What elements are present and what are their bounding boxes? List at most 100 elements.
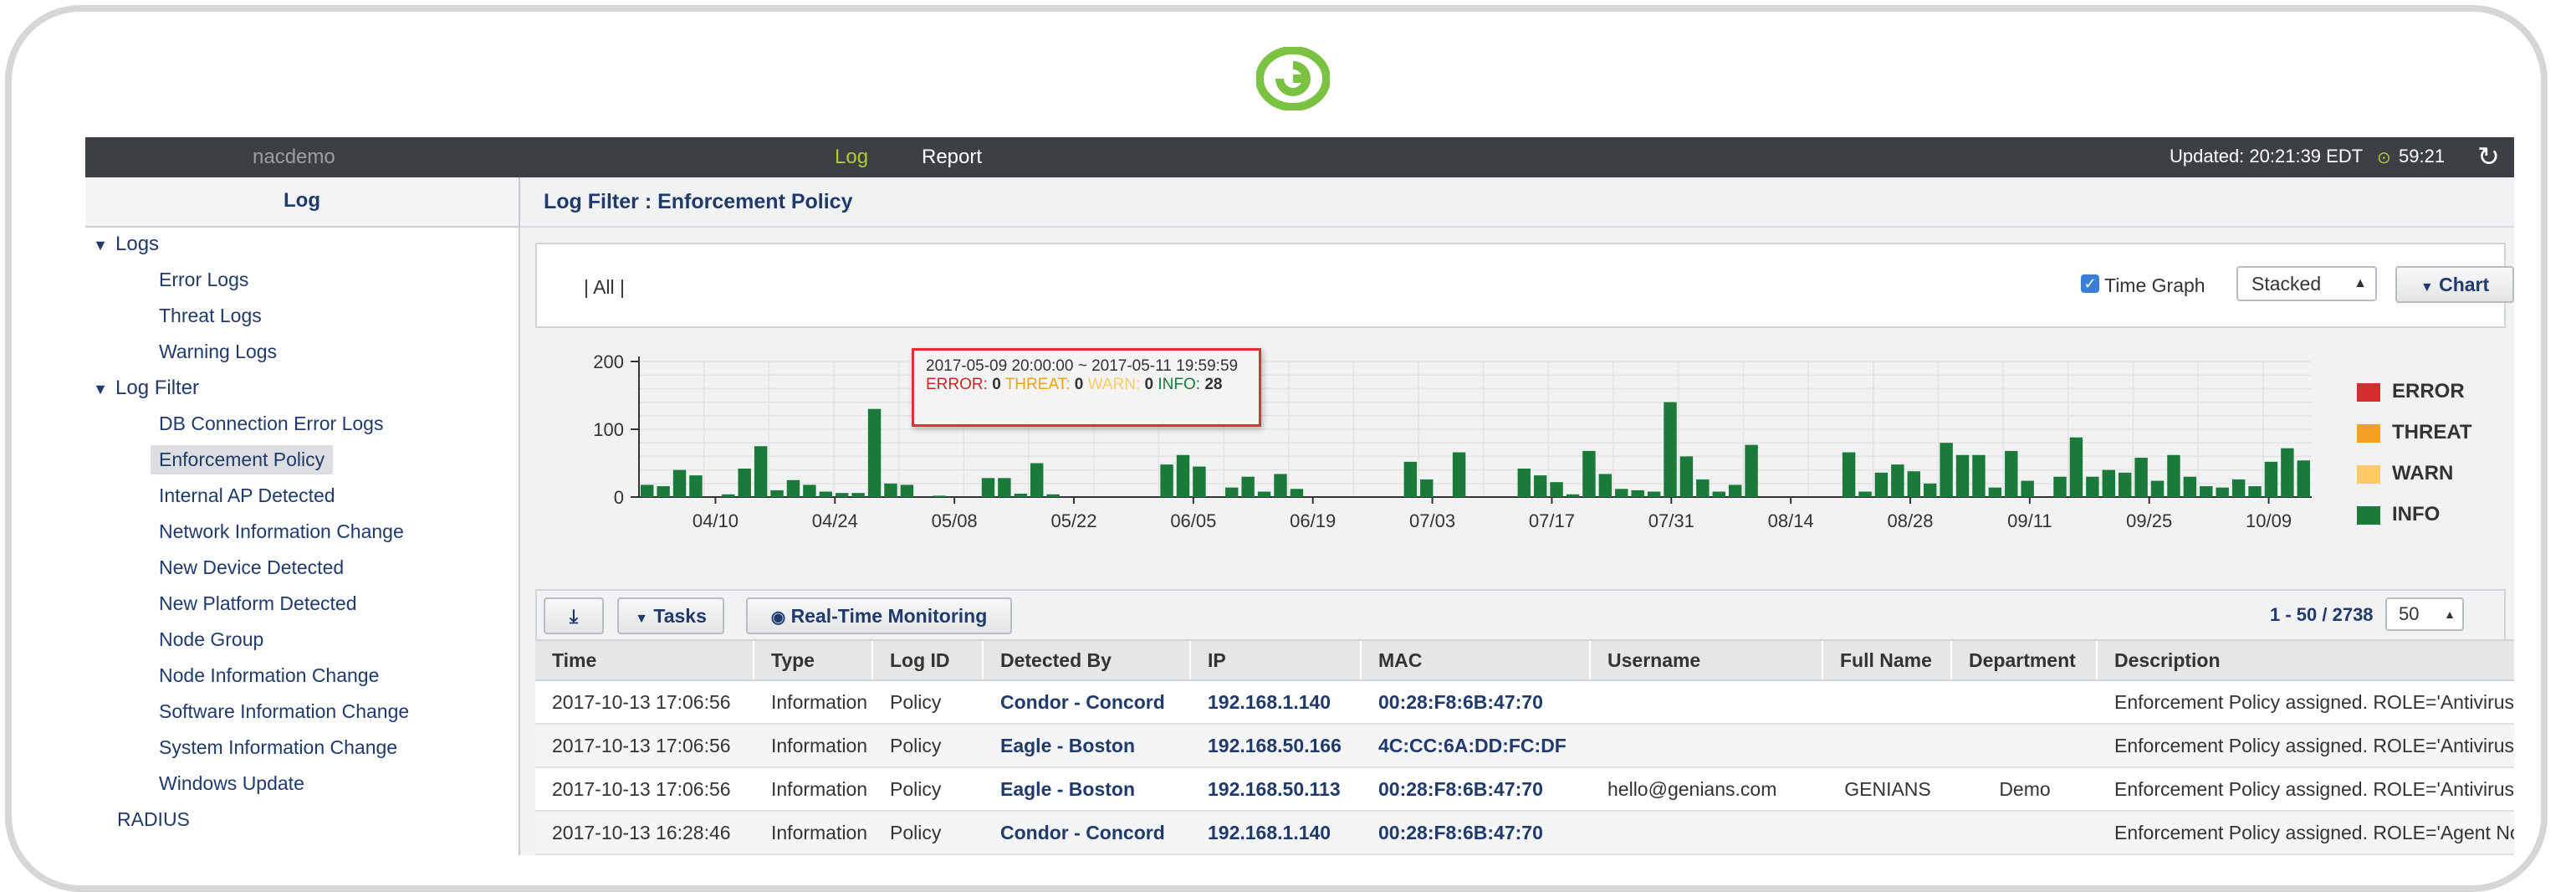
cell-time: 2017-10-13 17:06:56: [552, 735, 731, 756]
info-bar: [2167, 454, 2180, 497]
expand-triangle-icon[interactable]: ▼: [85, 381, 115, 398]
cell-mac[interactable]: 00:28:F8:6B:47:70: [1362, 681, 1591, 723]
cell-mac[interactable]: 00:28:F8:6B:47:70: [1362, 812, 1591, 854]
filter-all-link[interactable]: | All |: [584, 276, 625, 299]
info-bar: [1176, 454, 1190, 497]
realtime-monitoring-button[interactable]: ◉ Real-Time Monitoring: [746, 597, 1012, 634]
cell-ip[interactable]: 192.168.50.113: [1191, 768, 1362, 810]
info-bar: [2264, 461, 2278, 497]
legend-item-threat[interactable]: THREAT: [2357, 421, 2514, 446]
tree-group-log-filter[interactable]: ▼ Log Filter: [85, 377, 199, 400]
info-bar: [1452, 452, 1466, 497]
time-graph-checkbox[interactable]: ✓: [2081, 274, 2099, 293]
column-header-mac[interactable]: MAC: [1362, 641, 1591, 679]
column-header-username[interactable]: Username: [1591, 641, 1823, 679]
nav-log-tab[interactable]: Log: [835, 146, 868, 169]
chart-mode-select[interactable]: Stacked ▲: [2236, 266, 2377, 301]
info-bar: [672, 469, 687, 497]
sidebar-item-new-device-detected[interactable]: New Device Detected: [151, 553, 352, 582]
cell-log-id: Policy: [890, 822, 942, 843]
chart-mode-value: Stacked: [2251, 273, 2322, 295]
cell-mac[interactable]: 4C:CC:6A:DD:FC:DF: [1362, 725, 1591, 766]
info-bar: [1712, 491, 1725, 497]
sidebar-item-windows-update[interactable]: Windows Update: [151, 769, 313, 798]
column-header-department[interactable]: Department: [1952, 641, 2098, 679]
cell-ip[interactable]: 192.168.1.140: [1191, 812, 1362, 854]
info-bar: [1030, 463, 1044, 497]
sidebar-item-enforcement-policy[interactable]: Enforcement Policy: [151, 445, 334, 474]
sidebar-item-internal-ap-detected[interactable]: Internal AP Detected: [151, 481, 344, 510]
legend-item-info[interactable]: INFO: [2357, 503, 2514, 528]
column-header-description[interactable]: Description: [2098, 641, 2514, 679]
realtime-label: Real-Time Monitoring: [790, 605, 988, 627]
cell-time: 2017-10-13 16:28:46: [552, 822, 731, 843]
sidebar-item-warning-logs[interactable]: Warning Logs: [151, 337, 285, 367]
info-bar: [2086, 476, 2099, 497]
cell-detected-by[interactable]: Condor - Concord: [984, 681, 1191, 723]
x-tick-label: 08/28: [1887, 510, 1933, 531]
table-row[interactable]: 2017-10-13 16:28:46 Information Policy Cond…: [535, 812, 2514, 855]
page-size-select[interactable]: 50 ▲▼: [2385, 597, 2464, 651]
table-row[interactable]: 2017-10-13 17:06:56 Information Policy Cond…: [535, 681, 2514, 725]
info-bar: [2281, 448, 2294, 497]
cell-type: Information: [771, 822, 868, 843]
sidebar-item-software-information-change[interactable]: Software Information Change: [151, 697, 417, 726]
cell-detected-by[interactable]: Eagle - Boston: [984, 725, 1191, 766]
cell-username: [1591, 725, 1823, 766]
x-tick-label: 05/08: [932, 510, 978, 531]
download-button[interactable]: ⤓: [544, 597, 604, 634]
column-header-type[interactable]: Type: [754, 641, 873, 679]
column-header-log-id[interactable]: Log ID: [873, 641, 984, 679]
cell-mac[interactable]: 00:28:F8:6B:47:70: [1362, 768, 1591, 810]
x-tick-label: 06/05: [1170, 510, 1216, 531]
info-bar: [1891, 464, 1904, 497]
legend-label: INFO: [2392, 503, 2441, 525]
info-bar: [1160, 464, 1173, 497]
cell-full-name: GENIANS: [1844, 778, 1931, 800]
table-row[interactable]: 2017-10-13 17:06:56 Information Policy Eagl…: [535, 768, 2514, 812]
sidebar-item-error-logs[interactable]: Error Logs: [151, 265, 257, 295]
sidebar-item-db-connection-error-logs[interactable]: DB Connection Error Logs: [151, 409, 391, 438]
sidebar-item-threat-logs[interactable]: Threat Logs: [151, 301, 270, 331]
sidebar-item-node-information-change[interactable]: Node Information Change: [151, 661, 387, 690]
sidebar-item-network-information-change[interactable]: Network Information Change: [151, 517, 412, 546]
tasks-button[interactable]: ▼ Tasks: [617, 597, 724, 634]
chart-button[interactable]: ▼ Chart: [2395, 266, 2514, 303]
cell-description: Enforcement Policy assigned. ROLE='Antiv…: [2114, 778, 2514, 800]
sidebar-item-node-group[interactable]: Node Group: [151, 625, 272, 654]
cell-type: Information: [771, 778, 868, 800]
info-bar: [1647, 491, 1661, 497]
legend-item-error[interactable]: ERROR: [2357, 380, 2514, 405]
column-header-full-name[interactable]: Full Name: [1823, 641, 1952, 679]
cell-detected-by[interactable]: Eagle - Boston: [984, 768, 1191, 810]
column-header-detected-by[interactable]: Detected By: [984, 641, 1191, 679]
expand-triangle-icon[interactable]: ▼: [85, 237, 115, 254]
x-tick-label: 09/11: [2007, 510, 2052, 531]
main-panel: Log Filter : Enforcement Policy | All | …: [520, 177, 2514, 855]
legend-item-warn[interactable]: WARN: [2357, 462, 2514, 487]
cell-detected-by[interactable]: Condor - Concord: [984, 812, 1191, 854]
x-tick-label: 04/24: [812, 510, 858, 531]
cell-ip[interactable]: 192.168.1.140: [1191, 681, 1362, 723]
top-bar: nacdemo Log Report Updated: 20:21:39 EDT…: [85, 137, 2514, 177]
cell-type: Information: [771, 691, 868, 713]
sidebar-item-system-information-change[interactable]: System Information Change: [151, 733, 406, 762]
tree-group-logs[interactable]: ▼ Logs: [85, 233, 159, 256]
cell-full-name: [1823, 725, 1952, 766]
download-icon: ⤓: [569, 605, 579, 627]
nav-report-tab[interactable]: Report: [922, 146, 982, 169]
site-name[interactable]: nacdemo: [253, 146, 335, 169]
caret-down-icon: ▼: [2420, 280, 2434, 295]
info-bar: [803, 484, 816, 497]
page-size-value: 50: [2399, 603, 2420, 624]
sidebar-item-new-platform-detected[interactable]: New Platform Detected: [151, 589, 365, 618]
info-bar: [1566, 494, 1580, 497]
column-header-ip[interactable]: IP: [1191, 641, 1362, 679]
legend-label: ERROR: [2392, 380, 2465, 402]
cell-ip[interactable]: 192.168.50.166: [1191, 725, 1362, 766]
refresh-icon[interactable]: ↻: [2477, 141, 2500, 172]
y-tick-label: 100: [593, 419, 624, 440]
sidebar-item-radius[interactable]: RADIUS: [109, 805, 198, 834]
column-header-time[interactable]: Time: [535, 641, 754, 679]
table-row[interactable]: 2017-10-13 17:06:56 Information Policy Eagl…: [535, 725, 2514, 768]
